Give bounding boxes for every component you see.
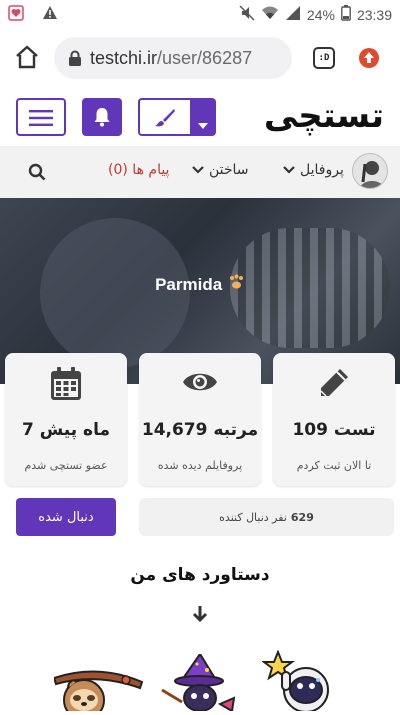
theme-dropdown-button[interactable] <box>190 98 216 136</box>
status-bar: 24% 23:39 <box>0 0 400 28</box>
heart-notification-icon <box>8 5 24 25</box>
address-bar[interactable]: testchi.ir/user/86287 <box>54 37 292 79</box>
pencil-icon <box>273 367 395 401</box>
user-nav-bar: پیام ها (0) ساختن پروفایل <box>0 146 400 198</box>
warning-icon <box>42 5 58 25</box>
home-icon[interactable] <box>14 44 40 74</box>
clock: 23:39 <box>356 6 392 23</box>
paw-icon <box>227 274 245 294</box>
stat-value: 14,679 مرتبه <box>141 420 259 440</box>
profile-menu[interactable]: پروفایل <box>283 162 344 178</box>
search-icon[interactable] <box>28 163 46 185</box>
url-text: testchi.ir/user/86287 <box>90 48 252 69</box>
url-path: /user/86287 <box>157 47 253 68</box>
profile-menu-label: پروفایل <box>300 162 344 178</box>
mute-icon <box>239 5 255 24</box>
followers-count-box[interactable]: 629 نفر دنبال کننده <box>139 498 394 536</box>
lock-icon <box>68 50 82 66</box>
stat-value: 7 ماه پیش <box>22 420 110 440</box>
followers-label: نفر دنبال کننده <box>219 510 287 524</box>
theme-button[interactable] <box>138 98 192 136</box>
browser-update-icon[interactable] <box>358 47 380 73</box>
stat-caption: تا الان ثبت کردم <box>296 459 372 472</box>
calendar-icon <box>5 367 127 401</box>
stat-card-joined: 7 ماه پیش عضو تستچی شدم <box>5 353 127 486</box>
build-menu-label: ساختن <box>209 162 249 178</box>
messages-link[interactable]: پیام ها (0) <box>108 162 169 178</box>
site-header: تستچی <box>0 88 400 147</box>
menu-button[interactable] <box>16 98 66 136</box>
followers-count: 629 <box>290 510 314 524</box>
tab-switcher-label: :D <box>318 53 330 63</box>
hamburger-icon <box>29 110 53 130</box>
battery-icon <box>341 5 351 24</box>
tab-switcher-button[interactable]: :D <box>313 47 335 69</box>
chevron-down-icon <box>283 162 295 178</box>
chevron-down-icon <box>192 162 204 178</box>
sloth-badge-icon[interactable] <box>52 660 144 715</box>
build-menu[interactable]: ساختن <box>192 162 249 178</box>
stat-card-views: 14,679 مرتبه پروفایلم دیده شده <box>139 353 261 486</box>
signal-icon <box>285 5 301 24</box>
caret-down-icon <box>198 114 208 133</box>
battery-percent: 24% <box>306 6 335 23</box>
wifi-icon <box>261 5 279 24</box>
stat-value: 109 تست <box>292 420 376 440</box>
stat-card-tests: 109 تست تا الان ثبت کردم <box>273 353 395 486</box>
username-text: Parmida <box>155 275 223 294</box>
url-domain: testchi.ir <box>90 47 158 68</box>
profile-username: Parmida <box>0 274 400 295</box>
arrow-down-icon <box>190 604 210 624</box>
bell-icon <box>93 107 111 131</box>
site-logo[interactable]: تستچی <box>262 92 384 140</box>
wizard-badge-icon[interactable] <box>160 652 240 715</box>
avatar[interactable] <box>352 153 388 189</box>
stat-caption: پروفایلم دیده شده <box>157 459 243 472</box>
achievements-title: دستاورد های من <box>130 565 270 585</box>
astronaut-badge-icon[interactable] <box>261 649 342 715</box>
notifications-button[interactable] <box>82 98 122 136</box>
brush-icon <box>154 108 176 132</box>
browser-toolbar: testchi.ir/user/86287 :D <box>0 28 400 89</box>
follow-button[interactable]: دنبال شده <box>16 498 116 536</box>
stat-caption: عضو تستچی شدم <box>24 459 108 472</box>
eye-icon <box>139 367 261 401</box>
